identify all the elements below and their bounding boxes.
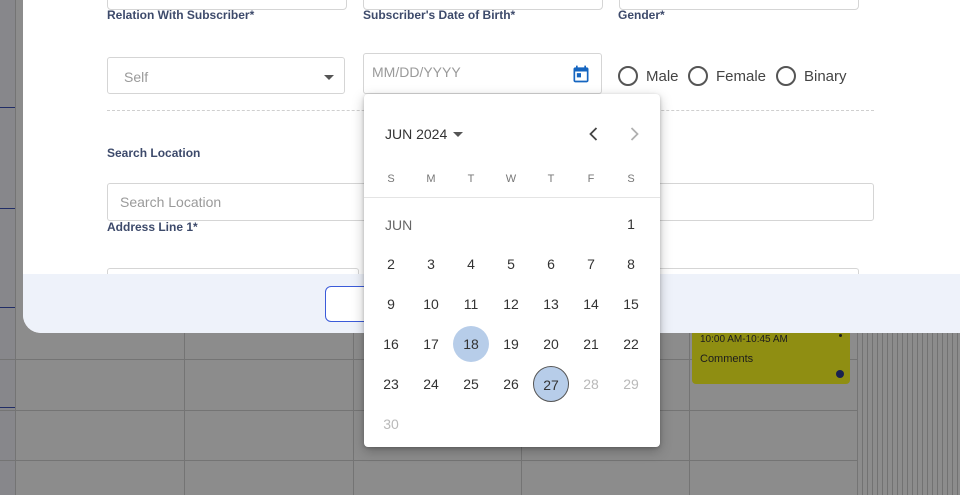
search-location-label: Search Location (107, 146, 201, 160)
dob-label: Subscriber's Date of Birth* (363, 8, 516, 22)
gender-radio-binary[interactable] (776, 66, 796, 86)
dob-field[interactable] (372, 64, 552, 80)
day-cell[interactable]: 4 (453, 246, 489, 282)
dob-input[interactable] (363, 53, 602, 94)
weekday-label: F (587, 173, 595, 185)
day-cell[interactable]: 5 (493, 246, 529, 282)
day-cell[interactable]: 18 (453, 326, 489, 362)
day-cell[interactable]: 27 (533, 366, 569, 402)
gender-radio-male[interactable] (618, 66, 638, 86)
day-cell[interactable]: 20 (533, 326, 569, 362)
weekday-label: W (505, 173, 517, 185)
weekday-label: S (627, 173, 635, 185)
day-cell[interactable]: 19 (493, 326, 529, 362)
day-cell[interactable]: 26 (493, 366, 529, 402)
month-row-label: JUN (385, 217, 413, 233)
day-cell[interactable]: 21 (573, 326, 609, 362)
day-cell[interactable]: 13 (533, 286, 569, 322)
weekday-label: M (426, 173, 436, 185)
day-cell[interactable]: 8 (613, 246, 649, 282)
day-cell[interactable]: 16 (373, 326, 409, 362)
day-cell[interactable]: 6 (533, 246, 569, 282)
day-cell[interactable]: 10 (413, 286, 449, 322)
weekday-label: T (547, 173, 555, 185)
relation-select[interactable]: Self (107, 57, 345, 94)
day-cell[interactable]: 15 (613, 286, 649, 322)
day-cell[interactable]: 17 (413, 326, 449, 362)
month-year-label: JUN 2024 (385, 126, 448, 142)
day-cell[interactable]: 24 (413, 366, 449, 402)
chevron-down-icon (324, 75, 334, 80)
previous-month-icon[interactable] (584, 124, 604, 144)
picker-divider (364, 197, 660, 198)
day-cell[interactable]: 2 (373, 246, 409, 282)
gender-label: Gender* (618, 8, 665, 22)
next-month-icon[interactable] (624, 124, 644, 144)
day-cell[interactable]: 23 (373, 366, 409, 402)
day-cell[interactable]: 22 (613, 326, 649, 362)
gender-option-male: Male (646, 68, 679, 85)
day-cell[interactable]: 25 (453, 366, 489, 402)
day-cell[interactable]: 3 (413, 246, 449, 282)
day-cell[interactable]: 11 (453, 286, 489, 322)
relation-value: Self (124, 69, 149, 85)
gender-option-binary: Binary (804, 68, 847, 85)
gender-radio-female[interactable] (688, 66, 708, 86)
day-cell[interactable]: 9 (373, 286, 409, 322)
weekday-label: T (467, 173, 475, 185)
day-cell: 29 (623, 376, 639, 392)
relation-label: Relation With Subscriber* (107, 8, 255, 22)
caret-down-icon (453, 131, 464, 137)
calendar-icon[interactable] (571, 64, 591, 84)
weekday-label: S (387, 173, 395, 185)
day-cell[interactable]: 7 (573, 246, 609, 282)
day-cell: 28 (583, 376, 599, 392)
month-year-selector[interactable]: JUN 2024 (385, 126, 464, 142)
day-cell[interactable]: 1 (613, 206, 649, 242)
day-cell: 30 (383, 416, 399, 432)
day-cell[interactable]: 12 (493, 286, 529, 322)
day-cell[interactable]: 14 (573, 286, 609, 322)
address-line1-label: Address Line 1* (107, 220, 198, 234)
date-picker: JUN 2024 SMTWTFS JUN 1 2 3 4 5 6 7 8 9 10 11 12 13 14… (364, 94, 660, 447)
gender-option-female: Female (716, 68, 767, 85)
